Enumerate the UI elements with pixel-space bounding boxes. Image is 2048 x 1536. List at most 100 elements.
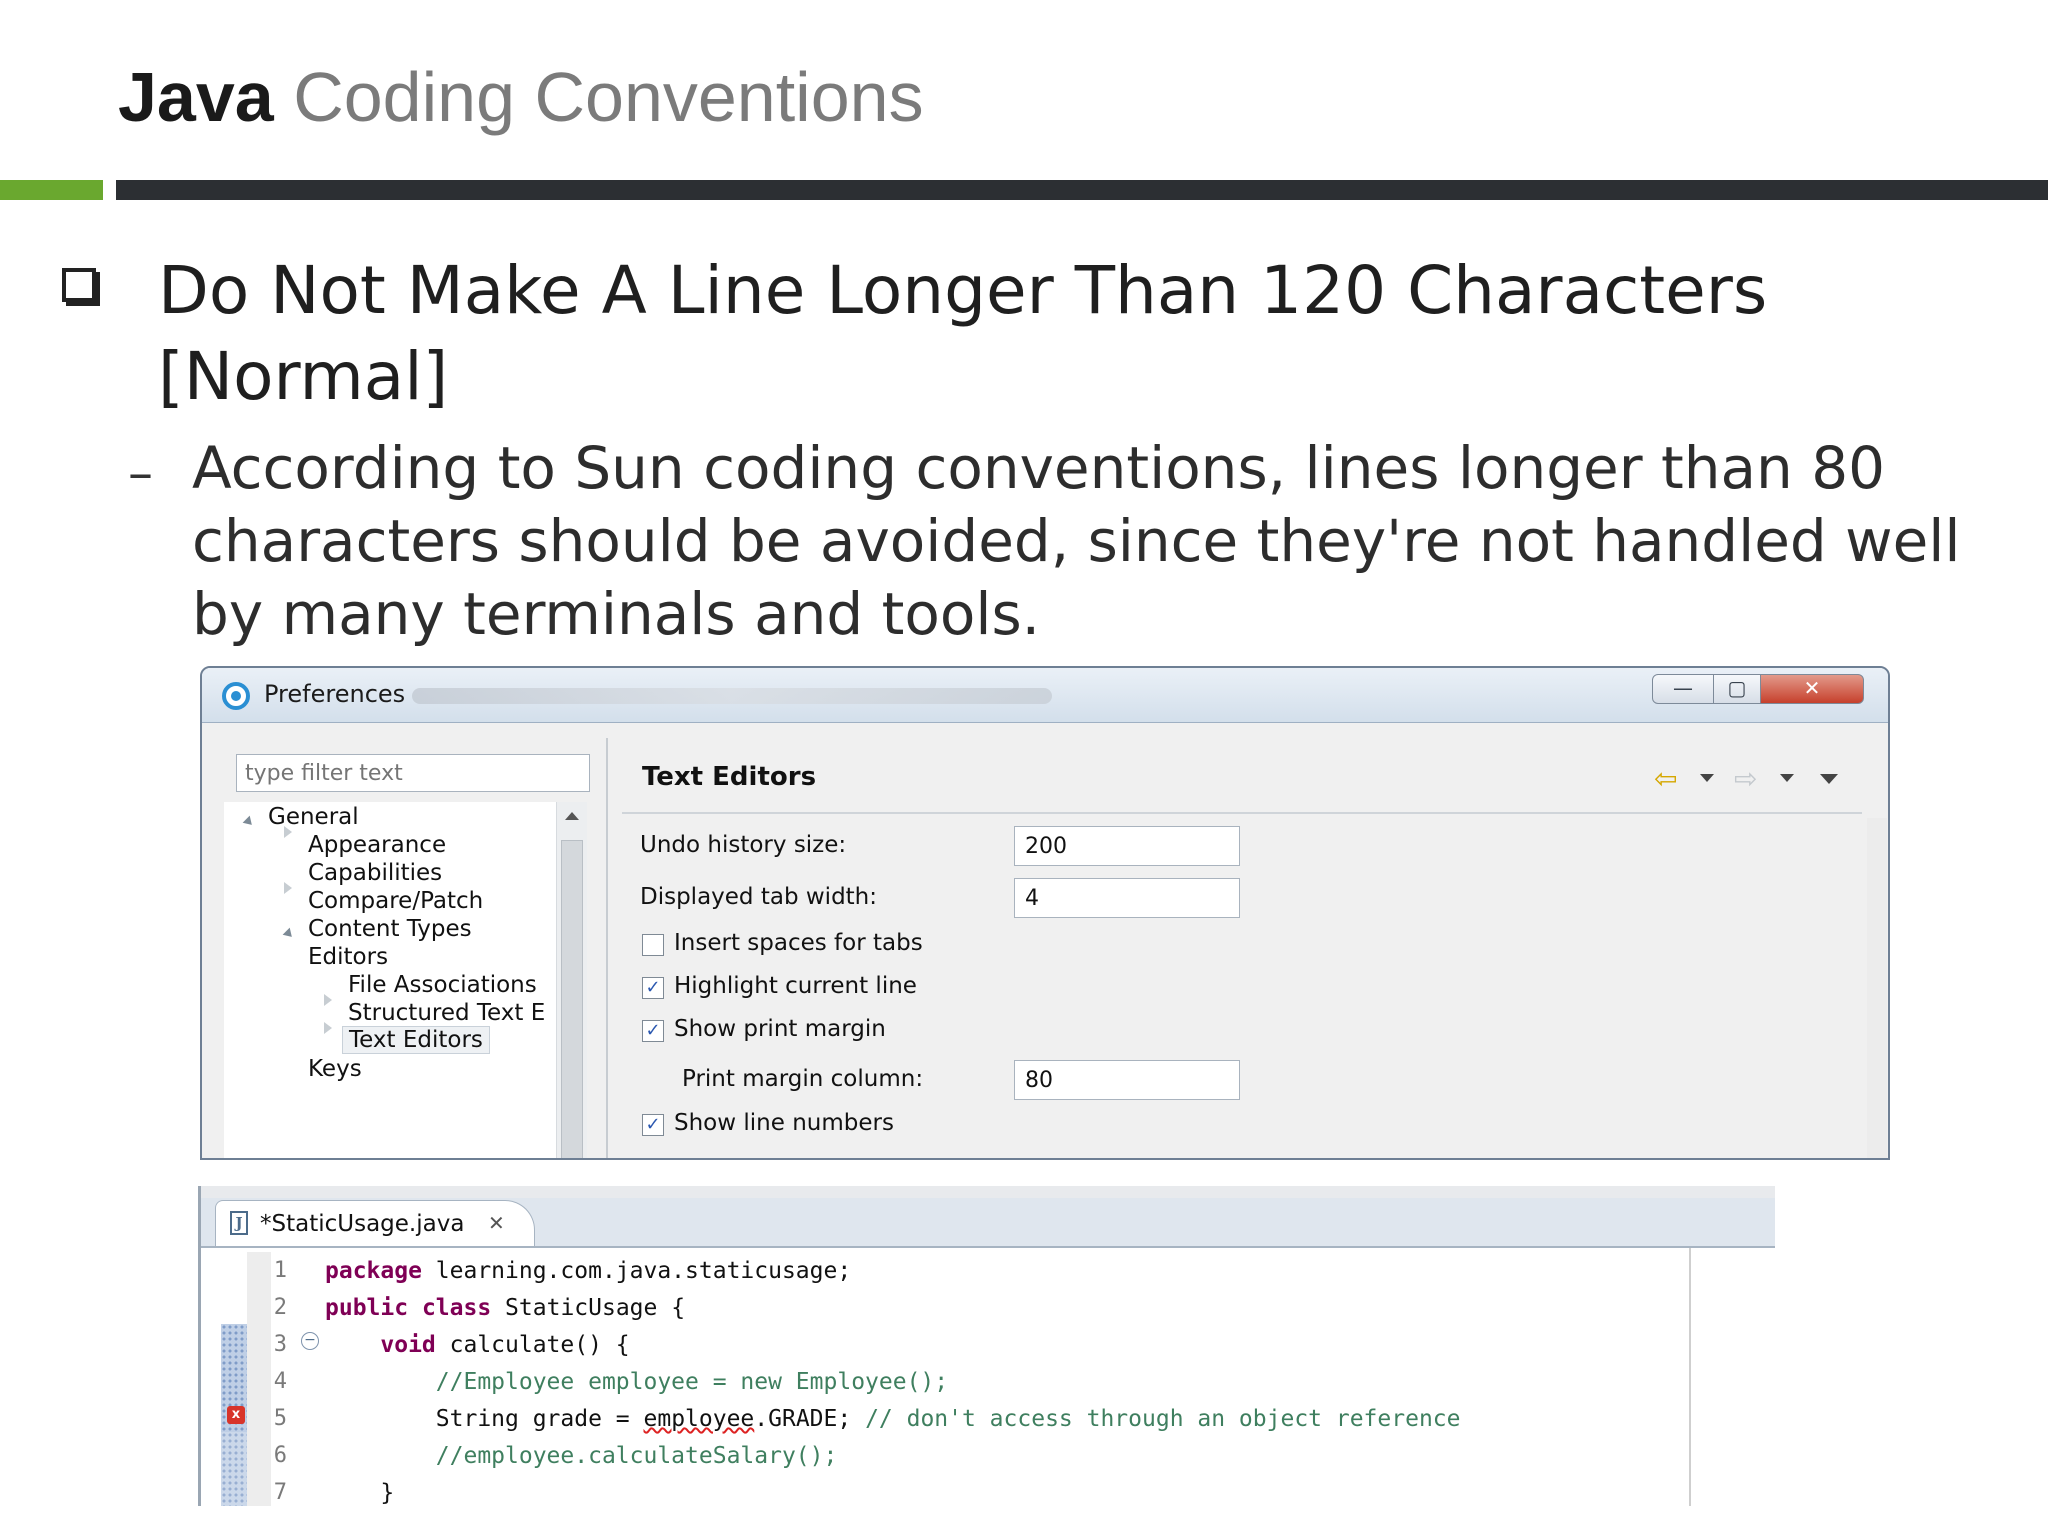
- minimize-button[interactable]: —: [1652, 674, 1714, 704]
- line-numbers-label: Show line numbers: [674, 1110, 894, 1136]
- fold-collapse-icon[interactable]: −: [301, 1332, 319, 1350]
- tree-item-keys[interactable]: Keys: [308, 1056, 362, 1082]
- code-error-token: employee: [643, 1406, 755, 1432]
- line-number: 3: [273, 1332, 287, 1357]
- tree-item-text-editors[interactable]: Text Editors: [342, 1026, 490, 1054]
- code-line[interactable]: void calculate() {: [325, 1332, 630, 1358]
- page-separator: [622, 812, 1862, 814]
- collapsed-arrow-icon: [324, 994, 332, 1006]
- pane-divider[interactable]: [606, 738, 608, 1158]
- code-text: String grade =: [325, 1406, 644, 1432]
- code-comment: //employee.calculateSalary();: [435, 1443, 838, 1469]
- editor-tab-label: *StaticUsage.java: [260, 1211, 465, 1237]
- print-margin-checkbox[interactable]: ✓: [642, 1020, 664, 1042]
- dialog-title: Preferences: [264, 680, 406, 708]
- line-number: 4: [273, 1369, 287, 1394]
- dialog-titlebar: Preferences — ▢ ✕: [202, 668, 1888, 723]
- tree-item-compare-patch[interactable]: Compare/Patch: [308, 888, 483, 914]
- tree-item-content-types[interactable]: Content Types: [308, 916, 472, 942]
- print-margin-label: Show print margin: [674, 1016, 886, 1042]
- view-menu-icon[interactable]: [1820, 774, 1838, 784]
- page-scrollbar[interactable]: [1867, 818, 1887, 1158]
- main-bullet-text: Do Not Make A Line Longer Than 120 Chara…: [158, 252, 1768, 415]
- expanded-arrow-icon: [242, 815, 256, 829]
- scroll-up-arrow-icon[interactable]: [565, 812, 579, 820]
- undo-history-label: Undo history size:: [640, 832, 847, 858]
- preferences-tree: General Appearance Capabilities Compare/…: [224, 802, 574, 1158]
- highlight-line-label: Highlight current line: [674, 973, 917, 999]
- tree-item-appearance[interactable]: Appearance: [308, 832, 446, 858]
- code-text: }: [325, 1480, 395, 1506]
- line-number: 6: [273, 1443, 287, 1468]
- highlight-line-checkbox[interactable]: ✓: [642, 977, 664, 999]
- tree-item-capabilities[interactable]: Capabilities: [308, 860, 442, 886]
- change-markers: [221, 1252, 247, 1506]
- back-arrow-icon[interactable]: ⇦: [1654, 762, 1677, 795]
- code-text: learning.com.java.staticusage;: [421, 1258, 852, 1284]
- code-comment: //Employee employee = new Employee();: [435, 1369, 949, 1395]
- slide-title-rest: Coding Conventions: [293, 58, 924, 136]
- code-text: calculate() {: [435, 1332, 630, 1358]
- print-margin-line: [1689, 1248, 1691, 1506]
- tree-item-general[interactable]: General: [268, 804, 359, 830]
- tree-item-file-associations[interactable]: File Associations: [348, 972, 537, 998]
- history-nav: ⇦ ⇨: [1654, 762, 1854, 795]
- editor-tab[interactable]: J *StaticUsage.java ✕: [215, 1200, 535, 1246]
- back-dropdown-icon[interactable]: [1700, 774, 1714, 782]
- code-text: StaticUsage {: [491, 1295, 686, 1321]
- line-numbers-checkbox[interactable]: ✓: [642, 1114, 664, 1136]
- expanded-arrow-icon: [282, 927, 296, 941]
- filter-input[interactable]: [236, 754, 590, 792]
- tree-item-editors[interactable]: Editors: [308, 944, 388, 970]
- java-file-icon: J: [230, 1211, 248, 1235]
- insert-spaces-checkbox[interactable]: [642, 934, 664, 956]
- line-number: 5: [273, 1406, 287, 1431]
- change-marker: [221, 1432, 247, 1506]
- insert-spaces-label: Insert spaces for tabs: [674, 930, 923, 956]
- line-number: 1: [273, 1258, 287, 1283]
- code-line[interactable]: public class StaticUsage {: [325, 1295, 685, 1321]
- print-margin-column-input[interactable]: [1014, 1060, 1240, 1100]
- sub-bullet-dash: –: [128, 444, 153, 502]
- code-keyword: public: [325, 1295, 409, 1321]
- undo-history-input[interactable]: [1014, 826, 1240, 866]
- title-accent-bar: [116, 180, 2048, 200]
- error-marker-icon[interactable]: x: [227, 1406, 245, 1424]
- tree-item-structured-text[interactable]: Structured Text E: [348, 1000, 545, 1026]
- preferences-dialog: Preferences — ▢ ✕ General Appearance Cap…: [200, 666, 1890, 1160]
- code-keyword: class: [421, 1295, 492, 1321]
- forward-dropdown-icon[interactable]: [1780, 774, 1794, 782]
- blurred-background-text: [412, 688, 1052, 704]
- code-keyword: package: [325, 1258, 422, 1284]
- editor-tabbar: J *StaticUsage.java ✕: [201, 1198, 1775, 1248]
- code-line[interactable]: }: [325, 1480, 394, 1506]
- code-line[interactable]: String grade = employee.GRADE; // don't …: [325, 1406, 1461, 1432]
- code-line[interactable]: //employee.calculateSalary();: [325, 1443, 838, 1469]
- print-margin-column-label: Print margin column:: [682, 1066, 924, 1092]
- code-comment: // don't access through an object refere…: [865, 1406, 1461, 1432]
- sub-bullet-text: According to Sun coding conventions, lin…: [192, 434, 1961, 648]
- code-line[interactable]: package learning.com.java.staticusage;: [325, 1258, 851, 1284]
- code-line[interactable]: //Employee employee = new Employee();: [325, 1369, 948, 1395]
- eclipse-logo-icon: [222, 682, 250, 710]
- tab-width-input[interactable]: [1014, 878, 1240, 918]
- line-number: 7: [273, 1480, 287, 1505]
- scroll-thumb[interactable]: [561, 840, 583, 1158]
- close-tab-icon[interactable]: ✕: [488, 1211, 505, 1235]
- code-text: .GRADE;: [754, 1406, 866, 1432]
- collapsed-arrow-icon: [284, 882, 292, 894]
- slide-title-bold: Java: [118, 58, 274, 136]
- forward-arrow-icon[interactable]: ⇨: [1734, 762, 1757, 795]
- close-button[interactable]: ✕: [1760, 674, 1864, 704]
- tree-scrollbar[interactable]: [556, 802, 587, 1158]
- title-accent-green: [0, 180, 103, 200]
- collapsed-arrow-icon: [284, 826, 292, 838]
- slide-title: Java Coding Conventions: [118, 52, 924, 142]
- collapsed-arrow-icon: [324, 1022, 332, 1034]
- code-keyword: void: [380, 1332, 436, 1358]
- maximize-button[interactable]: ▢: [1713, 674, 1761, 704]
